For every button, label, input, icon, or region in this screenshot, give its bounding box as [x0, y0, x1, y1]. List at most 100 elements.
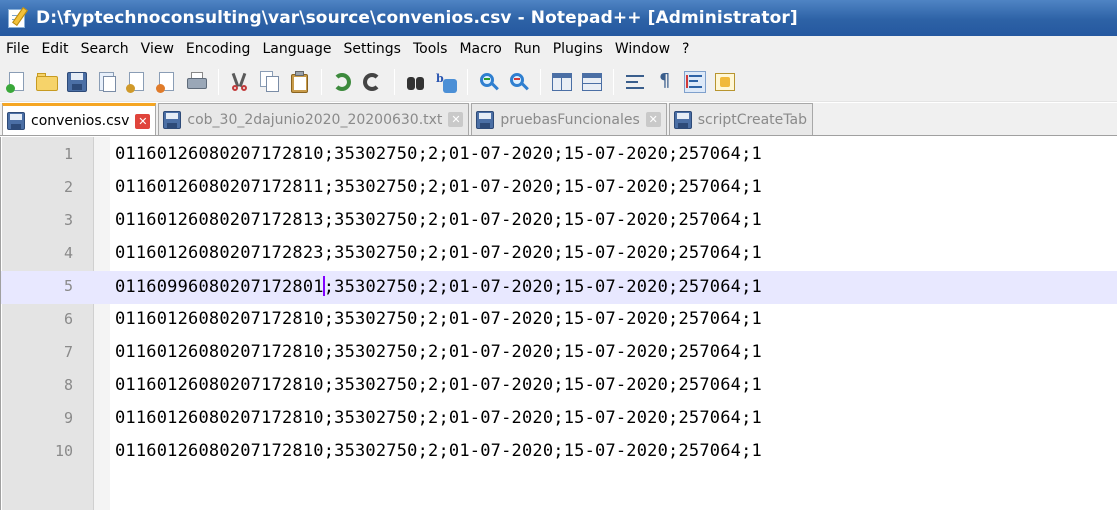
editor-line[interactable]: 6 01160126080207172810;35302750;2;01-07-… [1, 304, 1117, 337]
indent-marker-icon [686, 74, 688, 88]
magnifier-handle-icon [521, 82, 529, 90]
toolbar-separator [613, 68, 614, 95]
tab-cob-30-txt[interactable]: cob_30_2dajunio2020_20200630.txt ✕ [158, 103, 470, 135]
indent-guide-button[interactable] [682, 69, 708, 95]
tab-label: cob_30_2dajunio2020_20200630.txt [187, 111, 443, 128]
word-wrap-button[interactable] [622, 69, 648, 95]
tab-label: convenios.csv [31, 113, 130, 129]
document-map-button[interactable] [712, 69, 738, 95]
tab-script-create-tab[interactable]: scriptCreateTab [668, 103, 813, 135]
editor-line[interactable]: 2 01160126080207172811;35302750;2;01-07-… [1, 172, 1117, 205]
line-number: 1 [63, 145, 73, 163]
menu-run[interactable]: Run [508, 41, 547, 57]
editor-line[interactable]: 4 01160126080207172823;35302750;2;01-07-… [1, 238, 1117, 271]
window-bar-icon [553, 73, 571, 78]
current-line[interactable]: 5 01160996080207172801;35302750;2;01-07-… [1, 271, 1117, 304]
disk-label-icon [71, 72, 83, 80]
notepad-plus-plus-app-icon[interactable] [6, 6, 30, 30]
close-button[interactable] [124, 69, 150, 95]
replace-glyph-icon: b [436, 71, 444, 85]
plus-icon [484, 77, 490, 80]
menu-help[interactable]: ? [676, 41, 695, 57]
menu-search[interactable]: Search [75, 41, 135, 57]
window-title: D:\fyptechnoconsulting\var\source\conven… [36, 8, 798, 28]
save-all-overlay-icon [103, 75, 116, 92]
line-text: 01160126080207172810;35302750;2;01-07-20… [115, 441, 762, 461]
menu-view[interactable]: View [135, 41, 180, 57]
binoculars-lens-icon [416, 76, 424, 90]
tab-label: scriptCreateTab [697, 111, 807, 128]
menu-language[interactable]: Language [256, 41, 337, 57]
minus-icon [514, 77, 520, 80]
find-button[interactable] [403, 69, 429, 95]
toolbar-separator [467, 68, 468, 95]
line-text: 01160126080207172810;35302750;2;01-07-20… [115, 375, 762, 395]
line-number: 3 [63, 211, 73, 229]
close-tab-icon[interactable]: ✕ [135, 113, 151, 129]
tab-pruebas-funcionales[interactable]: pruebasFuncionales ✕ [471, 103, 667, 135]
replace-button[interactable]: b [433, 69, 459, 95]
close-all-button[interactable] [154, 69, 180, 95]
menu-plugins[interactable]: Plugins [547, 41, 609, 57]
line-number: 6 [63, 310, 73, 328]
open-file-button[interactable] [34, 69, 60, 95]
sync-horizontal-scroll-button[interactable] [579, 69, 605, 95]
editor-line[interactable]: 1 01160126080207172810;35302750;2;01-07-… [1, 139, 1117, 172]
editor-line[interactable]: 7 01160126080207172810;35302750;2;01-07-… [1, 337, 1117, 370]
toolbar-separator [321, 68, 322, 95]
open-folder-icon [36, 75, 58, 91]
editor-line[interactable]: 3 01160126080207172813;35302750;2;01-07-… [1, 205, 1117, 238]
toolbar-separator [540, 68, 541, 95]
redo-icon [363, 72, 381, 91]
line-text-after-caret: ;35302750;2;01-07-2020;15-07-2020;257064… [323, 277, 762, 297]
editor-line[interactable]: 9 01160126080207172810;35302750;2;01-07-… [1, 403, 1117, 436]
pilcrow-icon: ¶ [659, 69, 671, 91]
menu-tools[interactable]: Tools [407, 41, 454, 57]
editor-line[interactable]: 8 01160126080207172810;35302750;2;01-07-… [1, 370, 1117, 403]
save-all-button[interactable] [94, 69, 120, 95]
line-number: 2 [63, 178, 73, 196]
new-file-button[interactable] [4, 69, 30, 95]
close-all-badge-icon [156, 83, 165, 93]
line-text: 01160126080207172810;35302750;2;01-07-20… [115, 309, 762, 329]
tab-label: pruebasFuncionales [500, 111, 640, 128]
clipboard-paper-icon [294, 76, 306, 90]
copy-button[interactable] [257, 69, 283, 95]
saved-file-icon [673, 110, 692, 129]
undo-button[interactable] [330, 69, 356, 95]
menu-encoding[interactable]: Encoding [180, 41, 257, 57]
wrap-line-icon [626, 80, 638, 83]
paste-button[interactable] [287, 69, 313, 95]
print-button[interactable] [184, 69, 210, 95]
sync-vertical-scroll-button[interactable] [549, 69, 575, 95]
line-text: 01160126080207172823;35302750;2;01-07-20… [115, 243, 762, 263]
text-editor[interactable]: 1 01160126080207172810;35302750;2;01-07-… [0, 137, 1117, 510]
line-number: 4 [63, 244, 73, 262]
new-badge-icon [6, 83, 15, 93]
redo-button[interactable] [360, 69, 386, 95]
magnifier-handle-icon [491, 82, 499, 90]
line-text: 01160126080207172813;35302750;2;01-07-20… [115, 210, 762, 230]
cut-button[interactable] [227, 69, 253, 95]
menu-edit[interactable]: Edit [35, 41, 74, 57]
menu-file[interactable]: File [0, 41, 35, 57]
line-number: 8 [63, 376, 73, 394]
indent-mid-icon [689, 79, 698, 82]
show-all-characters-button[interactable]: ¶ [652, 69, 678, 95]
zoom-in-button[interactable] [476, 69, 502, 95]
close-tab-icon[interactable]: ✕ [645, 112, 661, 127]
editor-line[interactable]: 10 01160126080207172810;35302750;2;01-07… [1, 436, 1117, 469]
tab-convenios-csv[interactable]: convenios.csv ✕ [2, 103, 157, 135]
zoom-out-button[interactable] [506, 69, 532, 95]
menu-settings[interactable]: Settings [338, 41, 407, 57]
saved-file-icon [476, 110, 495, 129]
disk-slot-icon [72, 83, 82, 90]
menu-window[interactable]: Window [609, 41, 676, 57]
menu-macro[interactable]: Macro [453, 41, 507, 57]
save-button[interactable] [64, 69, 90, 95]
title-bar[interactable]: D:\fyptechnoconsulting\var\source\conven… [0, 0, 1117, 36]
close-badge-icon [126, 83, 135, 93]
line-text: 01160996080207172801;35302750;2;01-07-20… [115, 276, 762, 297]
close-tab-icon[interactable]: ✕ [448, 112, 464, 127]
scissor-handle-icon [241, 84, 247, 91]
